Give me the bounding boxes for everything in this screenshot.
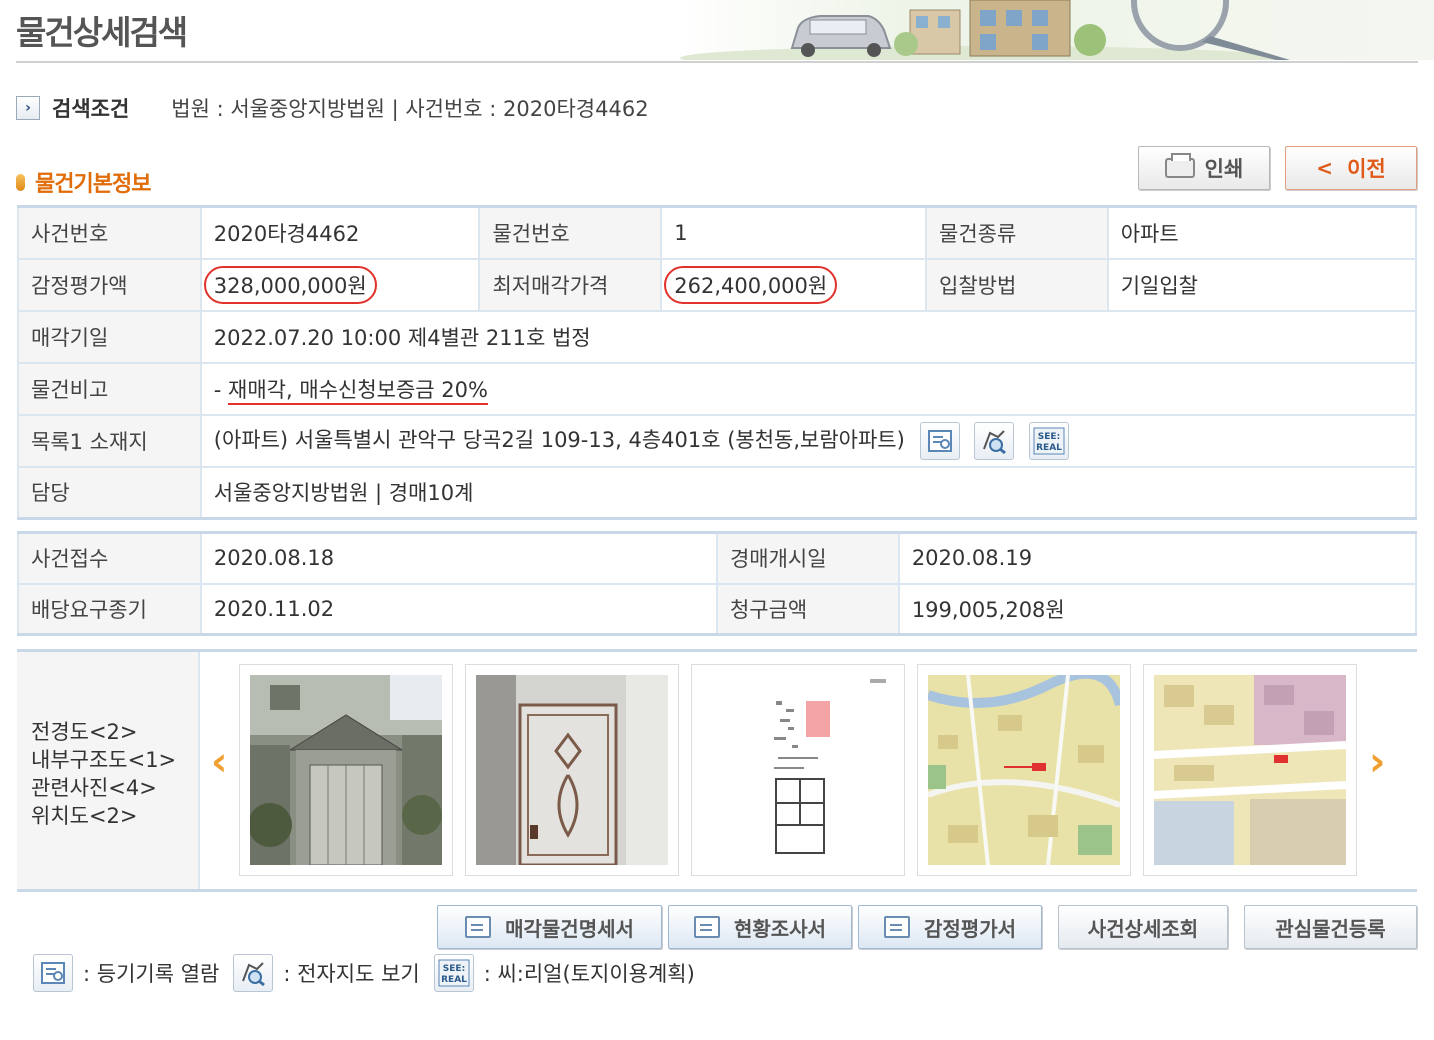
case-no-label: 사건번호 bbox=[17, 205, 202, 260]
sale-date-value: 2022.07.20 10:00 제4별관 211호 법정 bbox=[199, 309, 1418, 364]
location-label: 목록1 소재지 bbox=[17, 413, 202, 468]
photo-gallery: 전경도<2> 내부구조도<1> 관련사진<4> 위치도<2> ‹ › bbox=[17, 649, 1417, 892]
table-row: 매각기일 2022.07.20 10:00 제4별관 211호 법정 bbox=[17, 309, 1418, 364]
remark-value: 재매각, 매수신청보증금 20% bbox=[228, 377, 488, 405]
appraisal-cell: 328,000,000원 bbox=[199, 257, 481, 312]
seereal-icon-text-top: SEE: bbox=[1038, 432, 1060, 442]
remark-prefix: - bbox=[213, 377, 229, 402]
item-type-label: 물건종류 bbox=[925, 205, 1109, 260]
gallery-next-arrow-icon[interactable]: › bbox=[1369, 742, 1385, 782]
gallery-prev-arrow-icon[interactable]: ‹ bbox=[211, 742, 227, 782]
table-row: 감정평가액 328,000,000원 최저매각가격 262,400,000원 입… bbox=[17, 257, 1418, 312]
photo-thumbnail[interactable] bbox=[1143, 664, 1357, 876]
search-condition-label: 검색조건 bbox=[52, 97, 130, 121]
location-value: (아파트) 서울특별시 관악구 당곡2길 109-13, 4층401호 (봉천동… bbox=[213, 427, 905, 452]
seereal-icon-text-bottom: REAL bbox=[1036, 443, 1062, 453]
photo-thumbnail[interactable] bbox=[917, 664, 1131, 876]
watchlist-button[interactable]: 관심물건등록 bbox=[1244, 905, 1417, 949]
section-title-label: 물건기본정보 bbox=[35, 172, 151, 197]
seereal-icon-text-bottom: REAL bbox=[441, 975, 467, 985]
dept-label: 담당 bbox=[17, 465, 202, 520]
seereal-icon: SEE: REAL bbox=[433, 954, 474, 992]
table-row: 물건비고 - 재매각, 매수신청보증금 20% bbox=[17, 361, 1418, 416]
pencil-document-icon bbox=[884, 916, 910, 938]
item-no-value: 1 bbox=[660, 205, 928, 260]
appraisal-report-button[interactable]: 감정평가서 bbox=[858, 905, 1042, 949]
photo-category-related[interactable]: 관련사진<4> bbox=[31, 774, 176, 802]
case-detail-button[interactable]: 사건상세조회 bbox=[1058, 905, 1228, 949]
header-illustration bbox=[680, 0, 1434, 60]
status-report-button[interactable]: 현황조사서 bbox=[668, 905, 852, 949]
legend-registry-text: : 등기기록 열람 bbox=[83, 962, 220, 986]
table-row: 배당요구종기 2020.11.02 청구금액 199,005,208원 bbox=[17, 582, 1418, 636]
photo-thumbnail[interactable] bbox=[239, 664, 453, 876]
received-value: 2020.08.18 bbox=[199, 531, 718, 585]
legend-emap-text: : 전자지도 보기 bbox=[283, 962, 420, 986]
sale-spec-button[interactable]: 매각물건명세서 bbox=[437, 905, 662, 949]
status-report-label: 현황조사서 bbox=[734, 916, 826, 941]
registry-icon[interactable] bbox=[919, 421, 960, 460]
print-button-label: 인쇄 bbox=[1204, 157, 1244, 181]
table-row: 사건번호 2020타경4462 물건번호 1 물건종류 아파트 bbox=[17, 205, 1418, 260]
bullet-icon bbox=[16, 173, 25, 191]
photo-category-location[interactable]: 위치도<2> bbox=[31, 802, 176, 830]
seereal-icon-text-top: SEE: bbox=[443, 964, 465, 974]
remark-label: 물건비고 bbox=[17, 361, 202, 416]
emap-icon[interactable] bbox=[974, 421, 1015, 460]
dept-value: 서울중앙지방법원 | 경매10계 bbox=[199, 465, 1418, 520]
deadline-label: 배당요구종기 bbox=[17, 582, 202, 636]
photo-thumbnail[interactable] bbox=[465, 664, 679, 876]
document-icon bbox=[465, 916, 492, 938]
min-price-label: 최저매각가격 bbox=[478, 257, 663, 312]
min-price-value: 262,400,000원 bbox=[664, 265, 838, 304]
printer-icon bbox=[1164, 153, 1195, 178]
table-row: 담당 서울중앙지방법원 | 경매10계 bbox=[17, 465, 1418, 520]
basic-info-table: 사건번호 2020타경4462 물건번호 1 물건종류 아파트 감정평가액 32… bbox=[17, 205, 1418, 520]
emap-icon bbox=[233, 954, 274, 992]
appraisal-label: 감정평가액 bbox=[17, 257, 202, 312]
print-button[interactable]: 인쇄 bbox=[1138, 146, 1270, 190]
case-detail-label: 사건상세조회 bbox=[1087, 916, 1199, 941]
case-info-table: 사건접수 2020.08.18 경매개시일 2020.08.19 배당요구종기 … bbox=[17, 531, 1418, 636]
table-row: 사건접수 2020.08.18 경매개시일 2020.08.19 bbox=[17, 531, 1418, 585]
chevron-left-icon: < bbox=[1316, 156, 1334, 180]
appraisal-report-label: 감정평가서 bbox=[924, 916, 1016, 941]
claim-label: 청구금액 bbox=[715, 582, 900, 636]
seereal-icon[interactable]: SEE: REAL bbox=[1028, 421, 1069, 460]
page-title: 물건상세검색 bbox=[16, 13, 188, 52]
photo-category-exterior[interactable]: 전경도<2> bbox=[31, 718, 176, 746]
clipboard-icon bbox=[694, 916, 720, 938]
start-value: 2020.08.19 bbox=[897, 531, 1418, 585]
search-condition-text: 법원 : 서울중앙지방법원 | 사건번호 : 2020타경4462 bbox=[171, 97, 649, 121]
item-no-label: 물건번호 bbox=[478, 205, 663, 260]
table-row: 목록1 소재지 (아파트) 서울특별시 관악구 당곡2길 109-13, 4층4… bbox=[17, 413, 1418, 468]
search-condition: › 검색조건 법원 : 서울중앙지방법원 | 사건번호 : 2020타경4462 bbox=[16, 93, 649, 123]
appraisal-value: 328,000,000원 bbox=[203, 265, 377, 304]
start-label: 경매개시일 bbox=[715, 531, 900, 585]
section-title: 물건기본정보 bbox=[16, 166, 151, 198]
sale-spec-label: 매각물건명세서 bbox=[505, 916, 634, 941]
case-no-value: 2020타경4462 bbox=[199, 205, 481, 260]
location-cell: (아파트) 서울특별시 관악구 당곡2길 109-13, 4층401호 (봉천동… bbox=[199, 413, 1418, 468]
registry-icon bbox=[33, 954, 73, 992]
prev-button[interactable]: < 이전 bbox=[1285, 146, 1417, 190]
bid-method-label: 입찰방법 bbox=[925, 257, 1109, 312]
icon-legend: : 등기기록 열람 : 전자지도 보기 SEE: REAL : 씨:리얼(토지이용… bbox=[33, 954, 709, 992]
arrow-right-icon: › bbox=[16, 96, 40, 120]
photo-category-panel: 전경도<2> 내부구조도<1> 관련사진<4> 위치도<2> bbox=[17, 652, 200, 889]
bid-method-value: 기일입찰 bbox=[1106, 257, 1418, 312]
header-divider bbox=[16, 61, 1418, 63]
deadline-value: 2020.11.02 bbox=[199, 582, 718, 636]
sale-date-label: 매각기일 bbox=[17, 309, 202, 364]
legend-seereal-text: : 씨:리얼(토지이용계획) bbox=[483, 962, 695, 986]
prev-button-label: 이전 bbox=[1347, 157, 1386, 181]
claim-value: 199,005,208원 bbox=[897, 582, 1418, 636]
photo-category-interior[interactable]: 내부구조도<1> bbox=[31, 746, 176, 774]
min-price-cell: 262,400,000원 bbox=[660, 257, 928, 312]
item-type-value: 아파트 bbox=[1106, 205, 1418, 260]
received-label: 사건접수 bbox=[17, 531, 202, 585]
remark-cell: - 재매각, 매수신청보증금 20% bbox=[199, 361, 1418, 416]
photo-thumbnail[interactable] bbox=[691, 664, 905, 876]
watchlist-label: 관심물건등록 bbox=[1275, 916, 1386, 941]
